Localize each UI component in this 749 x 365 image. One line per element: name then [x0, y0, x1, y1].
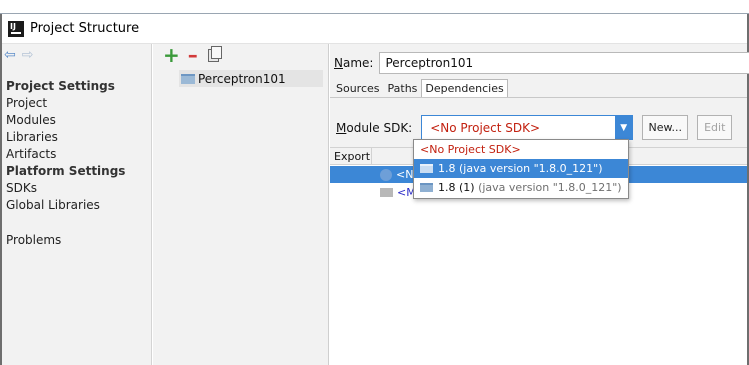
- module-tabs: Sources Paths Dependencies: [332, 79, 508, 98]
- arrow-right-icon[interactable]: ⇨: [22, 48, 34, 62]
- tab-dependencies[interactable]: Dependencies: [421, 79, 508, 98]
- arrow-left-icon[interactable]: ⇦: [4, 48, 16, 62]
- module-sdk-label: Module SDK:: [336, 121, 412, 135]
- tab-sources[interactable]: Sources: [332, 79, 384, 98]
- sdk-option-detail: (java version "1.8.0_121"): [478, 181, 622, 194]
- sidebar-header-project-settings: Project Settings: [6, 79, 115, 93]
- copy-icon[interactable]: [207, 45, 222, 62]
- jdk-icon: [380, 168, 392, 181]
- sidebar-item-project[interactable]: Project: [6, 95, 150, 112]
- plus-icon[interactable]: +: [163, 45, 180, 65]
- dependency-row-text: <N: [396, 168, 414, 181]
- module-name-input[interactable]: [379, 52, 749, 74]
- edit-sdk-button[interactable]: Edit: [697, 115, 733, 140]
- sdk-option-name: 1.8 (1): [438, 181, 475, 194]
- sdk-option-no-project-sdk[interactable]: <No Project SDK>: [414, 140, 628, 159]
- nav-arrows: ⇦ ⇨: [4, 48, 33, 62]
- modules-panel: + – Perceptron101: [153, 44, 329, 365]
- sdk-dropdown-list: <No Project SDK> 1.8 (java version "1.8.…: [413, 139, 629, 199]
- module-folder-icon: [181, 73, 195, 84]
- name-label: Name:: [334, 56, 373, 70]
- tab-paths[interactable]: Paths: [384, 79, 422, 98]
- sidebar-item-global-libraries[interactable]: Global Libraries: [6, 197, 150, 214]
- name-label-rest: ame:: [342, 56, 374, 70]
- module-sdk-selected-value: <No Project SDK>: [430, 120, 541, 135]
- folder-icon: [380, 188, 393, 197]
- title-bar: Project Structure: [2, 14, 747, 44]
- module-sdk-row: Module SDK: <No Project SDK> ▼ New... Ed…: [336, 115, 733, 140]
- name-label-mnemonic: N: [334, 56, 343, 70]
- minus-icon[interactable]: –: [188, 45, 198, 65]
- window-top-border: [0, 0, 749, 14]
- name-row: Name:: [334, 52, 749, 74]
- module-sdk-mnemonic: M: [336, 120, 347, 135]
- jdk-folder-icon: [420, 164, 433, 173]
- sidebar-item-libraries[interactable]: Libraries: [6, 129, 150, 146]
- new-sdk-button[interactable]: New...: [642, 115, 689, 140]
- sidebar-header-platform-settings: Platform Settings: [6, 164, 126, 178]
- module-tree-label: Perceptron101: [198, 71, 286, 86]
- module-sdk-label-rest: odule SDK:: [346, 120, 413, 135]
- sidebar-item-artifacts[interactable]: Artifacts: [6, 146, 150, 163]
- jdk-folder-icon: [420, 183, 433, 192]
- intellij-app-icon: [8, 20, 24, 37]
- sidebar-item-problems[interactable]: Problems: [6, 232, 150, 249]
- window-title: Project Structure: [30, 21, 140, 36]
- settings-sidebar: ⇦ ⇨ Project Settings Project Modules Lib…: [2, 44, 152, 365]
- tab-divider: [330, 97, 747, 98]
- sidebar-item-modules[interactable]: Modules: [6, 112, 150, 129]
- sidebar-item-sdks[interactable]: SDKs: [6, 180, 150, 197]
- sdk-option-name: 1.8: [438, 162, 456, 175]
- export-column-header[interactable]: Export: [330, 147, 372, 165]
- sdk-option-name: <No Project SDK>: [420, 143, 521, 156]
- sdk-option-1-8-1[interactable]: 1.8 (1) (java version "1.8.0_121"): [414, 178, 628, 197]
- module-sdk-select[interactable]: <No Project SDK> ▼: [421, 115, 634, 140]
- module-tree-item[interactable]: Perceptron101: [179, 70, 323, 87]
- modules-toolbar: + –: [163, 45, 222, 65]
- sdk-option-detail: (java version "1.8.0_121"): [459, 162, 603, 175]
- sdk-option-1-8[interactable]: 1.8 (java version "1.8.0_121"): [414, 159, 628, 178]
- chevron-down-icon[interactable]: ▼: [615, 116, 633, 139]
- sidebar-nav-list: Project Settings Project Modules Librari…: [6, 78, 150, 249]
- module-settings-panel: Name: Sources Paths Dependencies Module …: [330, 44, 749, 365]
